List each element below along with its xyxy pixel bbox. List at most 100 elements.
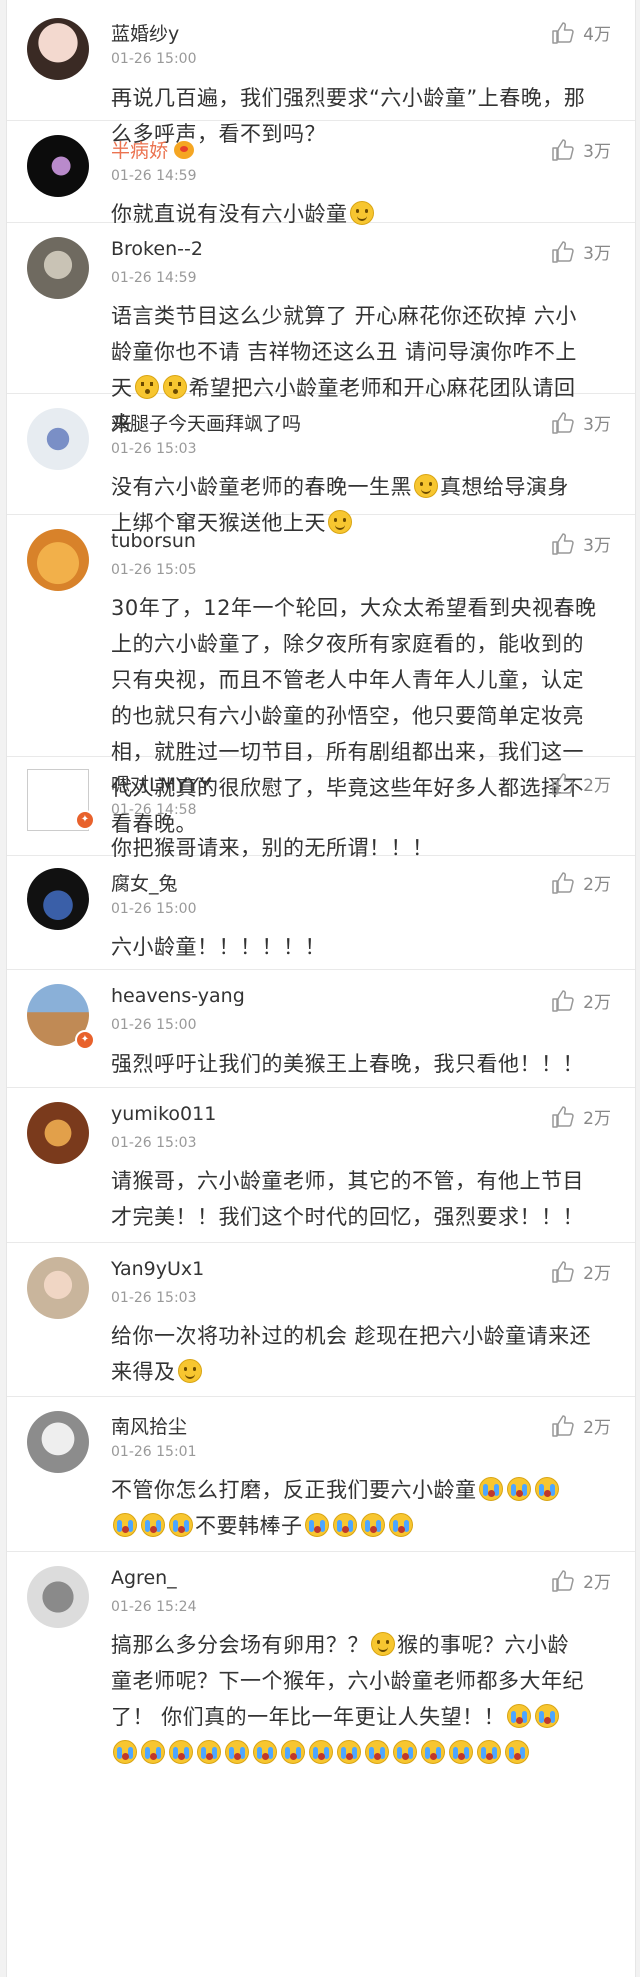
like-button[interactable]: 3万 <box>551 137 611 162</box>
username[interactable]: yumiko011 <box>111 1103 216 1125</box>
thumbs-up-icon <box>552 772 574 795</box>
like-button[interactable]: 2万 <box>551 1104 611 1129</box>
cry-emoji-icon <box>113 1513 137 1537</box>
comment-item: ✦ heavens-yang 01-26 15:00 2万 强烈呼吁让我们的美猴… <box>7 970 635 1088</box>
like-button[interactable]: 4万 <box>551 20 611 45</box>
like-button[interactable]: 3万 <box>551 410 611 435</box>
comment-line <box>111 1735 611 1771</box>
cry-emoji-icon <box>281 1740 305 1764</box>
thumbs-up-icon <box>552 989 574 1012</box>
cry-emoji-icon <box>534 1477 559 1501</box>
comment-text: 不管你怎么打磨，反正我们要六小龄童 不要韩棒子 <box>111 1472 611 1544</box>
verified-badge-icon: ✦ <box>75 1030 95 1050</box>
like-count: 2万 <box>583 1264 611 1284</box>
thumbs-up-icon <box>552 240 574 263</box>
comment-item: 鸡腿子今天画拜飒了吗 01-26 15:03 3万 没有六小龄童老师的春晚一生黑… <box>7 394 635 535</box>
username[interactable]: 蓝婚纱y <box>111 19 179 46</box>
comment-item: 南风拾尘 01-26 15:01 2万 不管你怎么打磨，反正我们要六小龄童 不要… <box>7 1397 635 1552</box>
like-count: 3万 <box>583 142 611 162</box>
comment-item: Yan9yUx1 01-26 15:03 2万 给你一次将功补过的机会 趁现在把… <box>7 1243 635 1397</box>
comment-text: 强烈呼吁让我们的美猴王上春晚，我只看他！！！ <box>111 1046 611 1082</box>
username[interactable]: heavens-yang <box>111 985 245 1007</box>
comment-line: 只有央视，而且不管老人中年人青年人儿童，认定 <box>111 668 584 692</box>
thumbs-up-icon <box>552 1260 574 1283</box>
comment-line-text: 没有六小龄童老师的春晚一生黑 <box>111 475 412 499</box>
cry-emoji-icon <box>477 1740 501 1764</box>
comment-list: 蓝婚纱y 01-26 15:00 4万 再说几百遍，我们强烈要求“六小龄童”上春… <box>6 0 636 1977</box>
comment-line-text: 来得及 <box>111 1360 176 1384</box>
cry-emoji-icon <box>304 1513 329 1537</box>
comment-text: 请猴哥，六小龄童老师，其它的不管，有他上节目 才完美！！我们这个时代的回忆，强烈… <box>111 1163 611 1235</box>
like-button[interactable]: 2万 <box>551 1259 611 1284</box>
avatar[interactable] <box>27 1566 89 1628</box>
comment-item: ✦ 嗯对LMYYY 01-26 14:58 2万 你把猴哥请来，别的无所谓！！！ <box>7 757 635 860</box>
timestamp: 01-26 14:59 <box>111 168 197 184</box>
thumbs-up-icon <box>552 1569 574 1592</box>
avatar[interactable] <box>27 237 89 299</box>
avatar[interactable] <box>27 1102 89 1164</box>
comment-text: 六小龄童！！！！！！ <box>111 929 611 965</box>
timestamp: 01-26 15:24 <box>111 1599 197 1615</box>
timestamp: 01-26 15:03 <box>111 441 197 457</box>
comment-item: Agren_ 01-26 15:24 2万 搞那么多分会场有卵用？？ 猴的事呢？六… <box>7 1552 635 1977</box>
like-button[interactable]: 3万 <box>551 531 611 556</box>
comment-line: 30年了，12年一个轮回，大众太希望看到央视春晚 <box>111 596 597 620</box>
username[interactable]: 鸡腿子今天画拜飒了吗 <box>111 409 301 436</box>
username-text: 半病娇 <box>111 140 169 162</box>
cry-emoji-icon <box>506 1477 531 1501</box>
cry-emoji-icon <box>197 1740 221 1764</box>
like-count: 2万 <box>583 1109 611 1129</box>
like-count: 2万 <box>583 1573 611 1593</box>
username[interactable]: Broken--2 <box>111 238 203 260</box>
comment-item: 蓝婚纱y 01-26 15:00 4万 再说几百遍，我们强烈要求“六小龄童”上春… <box>7 0 635 146</box>
cry-emoji-icon <box>388 1513 413 1537</box>
thumbs-up-icon <box>552 1414 574 1437</box>
vip-crown-icon <box>174 141 195 159</box>
cry-emoji-icon <box>360 1513 385 1537</box>
username[interactable]: tuborsun <box>111 530 196 552</box>
cry-emoji-icon <box>141 1513 165 1537</box>
smile-emoji-icon <box>414 474 438 498</box>
avatar[interactable] <box>27 18 89 80</box>
comment-item: 半病娇 01-26 14:59 3万 你就直说有没有六小龄童 <box>7 121 635 226</box>
like-button[interactable]: 2万 <box>551 771 611 796</box>
thumbs-up-icon <box>552 411 574 434</box>
cry-emoji-icon <box>169 1513 193 1537</box>
timestamp: 01-26 15:00 <box>111 51 197 67</box>
cry-emoji-icon <box>141 1740 165 1764</box>
timestamp: 01-26 15:00 <box>111 1017 197 1033</box>
like-button[interactable]: 2万 <box>551 1413 611 1438</box>
avatar[interactable] <box>27 408 89 470</box>
comment-item: tuborsun 01-26 15:05 3万 30年了，12年一个轮回，大众太… <box>7 515 635 836</box>
comment-item: yumiko011 01-26 15:03 2万 请猴哥，六小龄童老师，其它的不… <box>7 1088 635 1243</box>
username[interactable]: 半病娇 <box>111 136 195 163</box>
like-button[interactable]: 3万 <box>551 239 611 264</box>
timestamp: 01-26 14:58 <box>111 802 197 818</box>
username[interactable]: Agren_ <box>111 1567 177 1589</box>
avatar[interactable] <box>27 1257 89 1319</box>
username[interactable]: Yan9yUx1 <box>111 1258 204 1280</box>
like-button[interactable]: 2万 <box>551 1568 611 1593</box>
username[interactable]: 腐女_兔 <box>111 869 178 896</box>
comment-line: 强烈呼吁让我们的美猴王上春晚，我只看他！！！ <box>111 1052 584 1076</box>
timestamp: 01-26 15:01 <box>111 1444 197 1460</box>
avatar[interactable] <box>27 135 89 197</box>
avatar[interactable] <box>27 868 89 930</box>
comment-line: 不管你怎么打磨，反正我们要六小龄童 <box>111 1472 611 1508</box>
username[interactable]: 南风拾尘 <box>111 1412 187 1439</box>
avatar[interactable] <box>27 529 89 591</box>
comment-line: 请猴哥，六小龄童老师，其它的不管，有他上节目 <box>111 1169 584 1193</box>
cry-emoji-icon <box>449 1740 473 1764</box>
comment-line: 龄童你也不请 吉祥物还这么丑 请问导演你咋不上 <box>111 340 577 364</box>
like-count: 3万 <box>583 415 611 435</box>
comment-text: 搞那么多分会场有卵用？？ 猴的事呢？六小龄 童老师呢？下一个猴年，六小龄童老师都多… <box>111 1627 611 1771</box>
like-button[interactable]: 2万 <box>551 870 611 895</box>
comment-line: 六小龄童！！！！！！ <box>111 935 326 959</box>
comment-line: 没有六小龄童老师的春晚一生黑 真想给导演身 <box>111 469 611 505</box>
like-button[interactable]: 2万 <box>551 988 611 1013</box>
username[interactable]: 嗯对LMYYY <box>111 770 211 797</box>
cry-emoji-icon <box>421 1740 445 1764</box>
comment-line: 搞那么多分会场有卵用？？ 猴的事呢？六小龄 <box>111 1627 611 1663</box>
cry-emoji-icon <box>332 1513 357 1537</box>
avatar[interactable] <box>27 1411 89 1473</box>
